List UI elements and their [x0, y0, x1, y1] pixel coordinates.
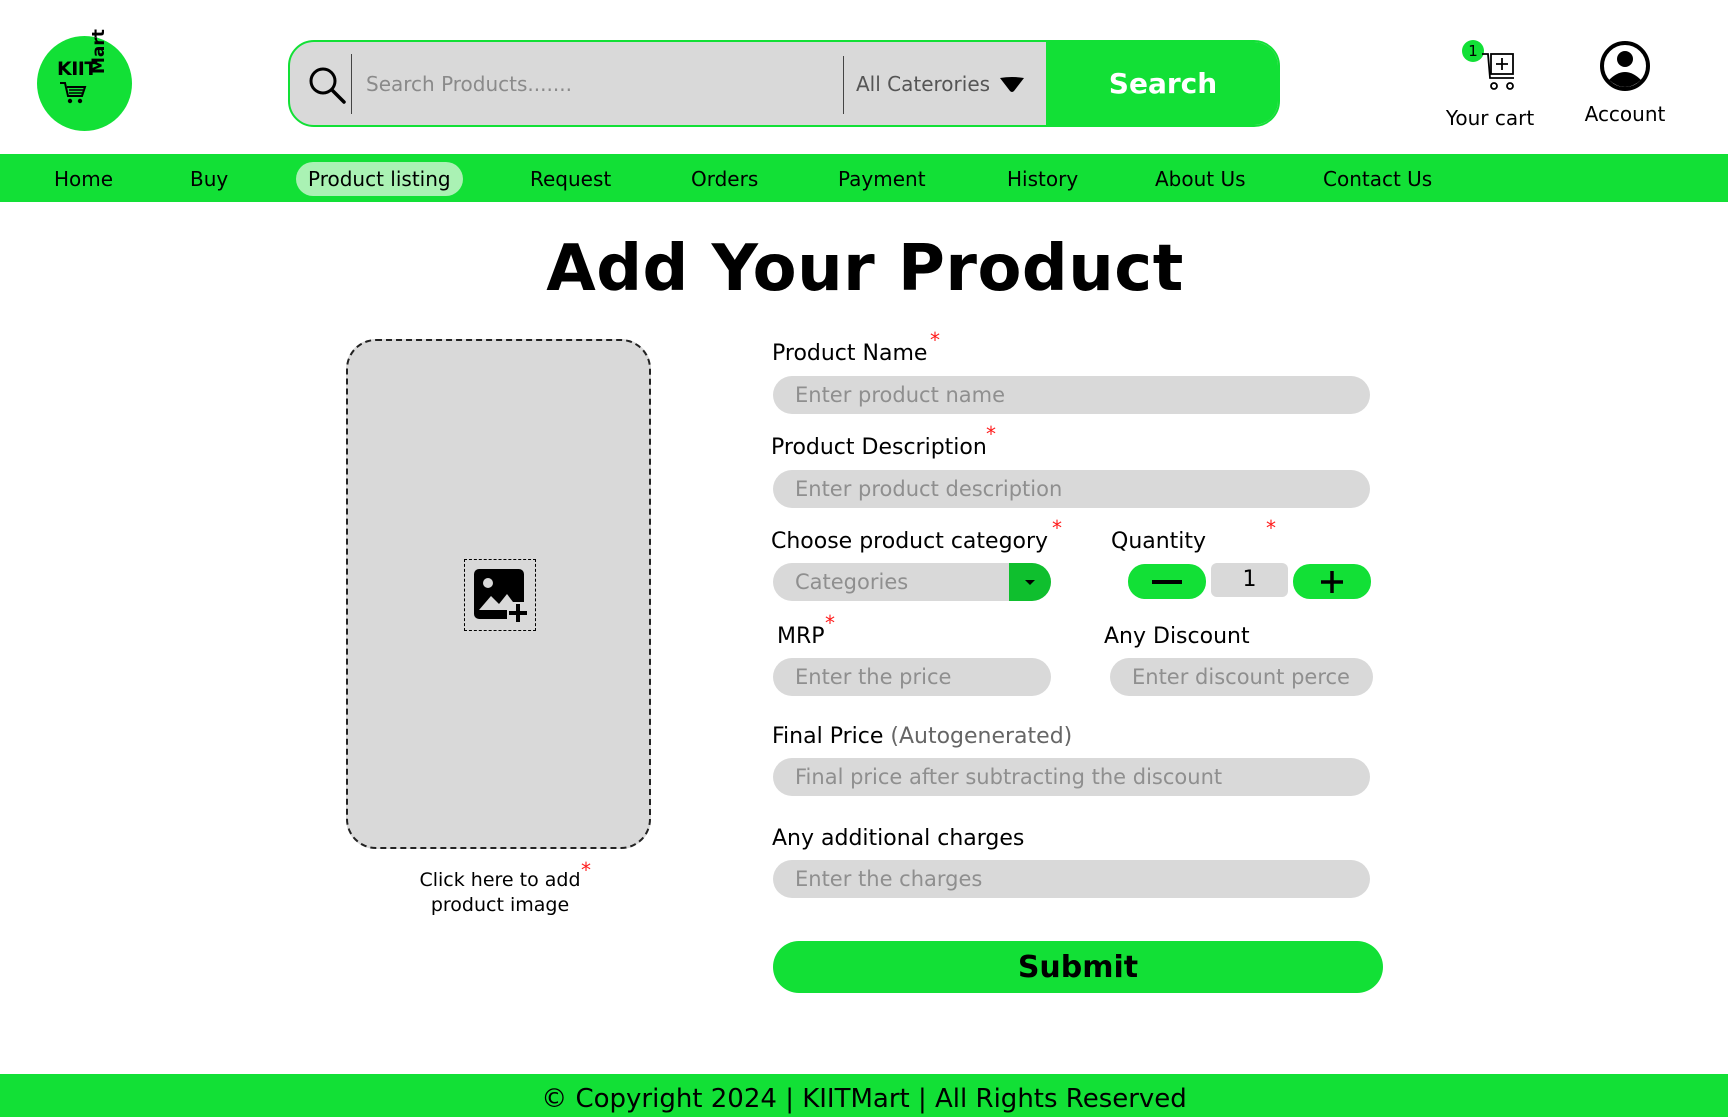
nav-item-request[interactable]: Request	[530, 162, 611, 196]
mrp-label: MRP	[777, 624, 825, 649]
submit-button[interactable]: Submit	[773, 941, 1383, 993]
final-price-label: Final Price (Autogenerated)	[772, 724, 1072, 749]
nav-item-payment[interactable]: Payment	[838, 162, 926, 196]
logo[interactable]: KIIT Mart	[37, 29, 132, 131]
nav-item-orders[interactable]: Orders	[691, 162, 758, 196]
nav-item-about-us[interactable]: About Us	[1155, 162, 1246, 196]
dropdown-toggle[interactable]	[1009, 563, 1051, 601]
category-divider	[843, 56, 844, 114]
required-mark: *	[581, 858, 591, 882]
required-mark: *	[986, 422, 996, 446]
nav-item-history[interactable]: History	[1007, 162, 1078, 196]
account-button[interactable]: Account	[1572, 40, 1678, 130]
final-price-input	[773, 758, 1370, 796]
required-mark: *	[930, 328, 940, 352]
quantity-label: Quantity	[1111, 529, 1207, 554]
account-label: Account	[1584, 102, 1666, 126]
cart-button[interactable]: 1 Your cart	[1440, 36, 1540, 132]
search-divider	[351, 54, 352, 114]
product-description-label: Product Description	[771, 435, 987, 460]
final-price-note: (Autogenerated)	[890, 724, 1073, 749]
charges-label: Any additional charges	[772, 826, 1025, 851]
add-to-cart-icon	[1482, 53, 1514, 90]
product-name-input[interactable]	[773, 376, 1370, 414]
caret-down-icon	[1000, 77, 1024, 92]
final-price-label-text: Final Price	[772, 724, 884, 749]
cart-label: Your cart	[1445, 106, 1535, 130]
nav-item-contact-us[interactable]: Contact Us	[1323, 162, 1432, 196]
caret-down-icon	[1025, 580, 1035, 585]
add-image-icon	[474, 569, 529, 624]
cart-icon	[60, 82, 87, 104]
search-button[interactable]: Search	[1046, 42, 1278, 125]
discount-input[interactable]	[1110, 658, 1373, 696]
quantity-increment-button[interactable]	[1293, 564, 1371, 599]
nav-item-product-listing[interactable]: Product listing	[296, 162, 463, 196]
footer-copyright: © Copyright 2024 | KIITMart | All Rights…	[541, 1084, 1187, 1114]
category-label: Choose product category	[771, 529, 1049, 554]
search-bar: All Caterories Search	[288, 40, 1280, 127]
upload-caption-line2: product image	[430, 894, 570, 916]
quantity-decrement-button[interactable]	[1128, 564, 1206, 599]
category-dropdown-value: Categories	[795, 570, 909, 594]
search-input[interactable]	[366, 62, 826, 106]
product-description-input[interactable]	[773, 470, 1370, 508]
plus-icon	[1321, 570, 1343, 593]
charges-input[interactable]	[773, 860, 1370, 898]
category-dropdown[interactable]: Categories	[773, 563, 1051, 601]
required-mark: *	[825, 611, 835, 635]
search-icon[interactable]	[306, 64, 348, 106]
category-select[interactable]: All Caterories	[856, 62, 1026, 106]
quantity-value[interactable]: 1	[1211, 563, 1288, 597]
category-select-label: All Caterories	[856, 72, 991, 96]
mrp-input[interactable]	[773, 658, 1051, 696]
add-image-icon-frame	[464, 559, 536, 631]
nav-item-home[interactable]: Home	[54, 162, 113, 196]
nav-item-buy[interactable]: Buy	[190, 162, 228, 196]
logo-text-mart: Mart	[89, 29, 109, 74]
product-name-label: Product Name	[772, 341, 928, 366]
discount-label: Any Discount	[1104, 624, 1250, 649]
required-mark: *	[1266, 516, 1276, 540]
footer: © Copyright 2024 | KIITMart | All Rights…	[0, 1074, 1728, 1117]
user-icon	[1600, 41, 1650, 91]
main-nav: Home Buy Product listing Request Orders …	[0, 154, 1728, 202]
required-mark: *	[1052, 516, 1062, 540]
page-title: Add Your Product	[546, 232, 1184, 306]
image-upload-area[interactable]	[346, 339, 651, 849]
minus-icon	[1152, 579, 1182, 584]
